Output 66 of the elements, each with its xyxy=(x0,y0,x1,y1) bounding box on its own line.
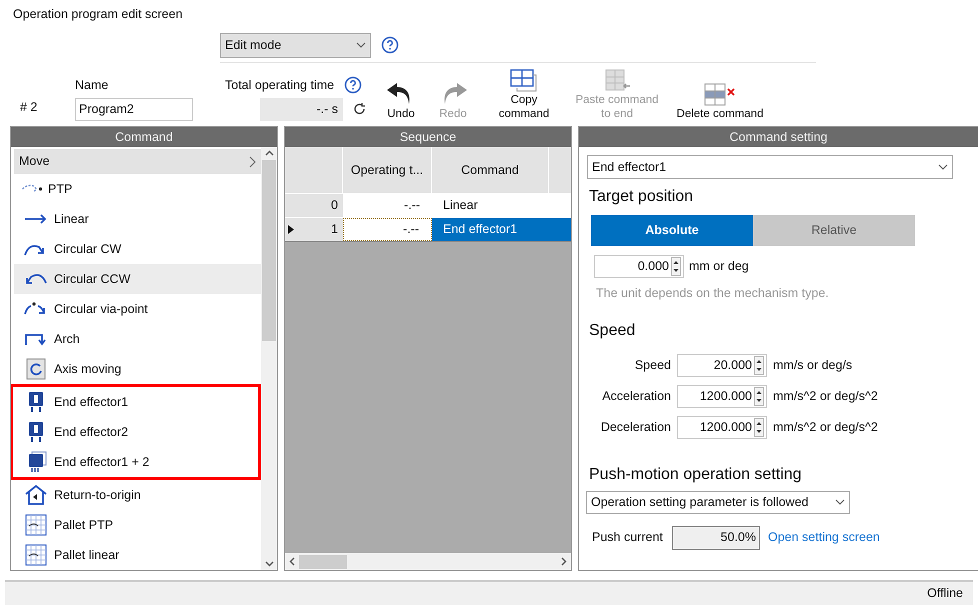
program-number: # 2 xyxy=(20,99,38,116)
refresh-icon[interactable] xyxy=(353,102,367,116)
section-heading: Push-motion operation setting xyxy=(589,464,803,485)
scroll-thumb[interactable] xyxy=(299,554,347,568)
mode-toggle[interactable]: Absolute xyxy=(591,215,753,246)
unit-label: mm/s or deg/s xyxy=(773,356,852,374)
chevron-down-icon xyxy=(835,499,845,506)
panel-header: Command xyxy=(11,127,277,147)
scroll-right-icon[interactable] xyxy=(561,557,567,566)
connection-status: Offline xyxy=(927,585,963,602)
vertical-scrollbar[interactable] xyxy=(261,147,277,570)
scroll-down-icon[interactable] xyxy=(264,561,274,567)
spinner-arrows-icon[interactable] xyxy=(754,386,764,406)
spinner-arrows-icon[interactable] xyxy=(671,257,681,276)
number-field[interactable]: 1200.000 xyxy=(677,384,767,408)
toolbar-button[interactable]: Copy command xyxy=(479,68,569,121)
number-field[interactable]: 0.000 xyxy=(594,255,684,278)
time-field: -.- s xyxy=(260,98,343,121)
field-label: Push current xyxy=(592,529,664,546)
push-current-field: 50.0% xyxy=(672,526,760,550)
spinner-arrows-icon[interactable] xyxy=(754,356,764,375)
mode-toggle[interactable]: Relative xyxy=(753,215,915,246)
row-header[interactable]: 0 xyxy=(285,194,343,217)
chevron-right-icon xyxy=(249,156,256,168)
field-label: Speed xyxy=(634,356,671,374)
panel-header: Command setting xyxy=(579,127,978,147)
section-heading: Speed xyxy=(589,320,636,341)
scroll-thumb[interactable] xyxy=(262,160,276,341)
column-header[interactable]: Operating t... xyxy=(343,147,432,193)
window-title: Operation program edit screen xyxy=(13,6,184,23)
chevron-down-icon xyxy=(938,164,948,170)
time-label: Total operating time xyxy=(225,77,334,94)
push-mode-dropdown[interactable]: Operation setting parameter is followed xyxy=(586,490,850,514)
toolbar-button[interactable]: Undo xyxy=(375,78,427,121)
name-field[interactable]: Program2 xyxy=(75,98,193,121)
hint-text: The unit depends on the mechanism type. xyxy=(596,285,830,302)
unit-label: mm/s^2 or deg/s^2 xyxy=(773,418,878,436)
section-heading: Target position xyxy=(589,187,694,207)
chevron-down-icon xyxy=(356,42,366,48)
spinner-arrows-icon[interactable] xyxy=(754,418,764,437)
table-cell: End effector1 xyxy=(432,218,571,241)
help-icon[interactable] xyxy=(381,36,399,54)
field-label: Acceleration xyxy=(601,388,671,405)
horizontal-scrollbar[interactable] xyxy=(285,553,571,570)
field-label: Deceleration xyxy=(600,418,671,436)
unit-label: mm or deg xyxy=(689,258,749,276)
row-header[interactable]: 1 xyxy=(285,218,343,241)
number-field[interactable]: 1200.000 xyxy=(677,416,767,439)
command-dropdown[interactable]: End effector1 xyxy=(587,155,953,179)
dotted-arrow-icon xyxy=(22,184,44,194)
mode-dropdown[interactable]: Edit mode xyxy=(220,32,371,58)
scroll-left-icon[interactable] xyxy=(289,557,295,566)
unit-label: mm/s^2 or deg/s^2 xyxy=(773,388,878,405)
category-header[interactable]: Move xyxy=(14,149,261,174)
delete-row-icon xyxy=(703,82,737,107)
panel-header: Sequence xyxy=(285,127,571,147)
command-item[interactable]: Circular CCW xyxy=(14,264,261,294)
scroll-up-icon[interactable] xyxy=(264,150,274,156)
help-icon[interactable] xyxy=(344,76,362,94)
number-field[interactable]: 20.000 xyxy=(677,354,767,377)
table-cell: -.-- xyxy=(343,218,432,241)
settings-link[interactable]: Open setting screen xyxy=(768,528,880,548)
column-header[interactable]: Command xyxy=(432,147,549,193)
toolbar-button[interactable]: Delete command xyxy=(665,82,775,121)
name-label: Name xyxy=(75,77,110,94)
copy-table-icon xyxy=(509,68,539,93)
